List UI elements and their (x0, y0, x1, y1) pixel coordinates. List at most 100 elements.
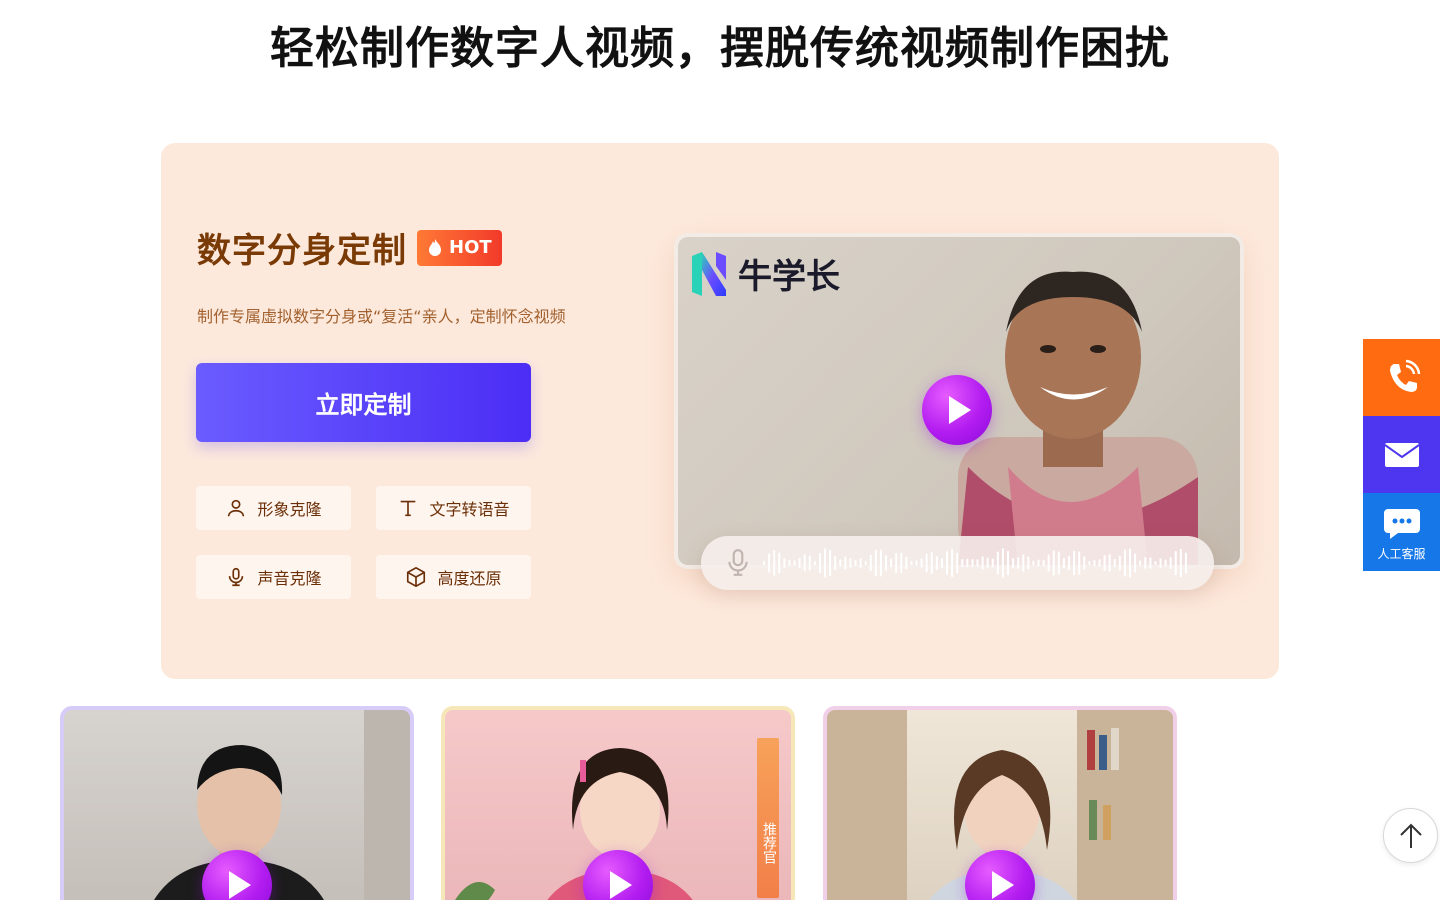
waveform-bar (1007, 550, 1010, 576)
mic-icon (728, 549, 748, 576)
waveform-bar (874, 549, 877, 577)
waveform-bar (1047, 554, 1050, 572)
hero-panel: 数字分身定制 HOT 制作专属虚拟数字分身或“复活“亲人，定制怀念视频 立即定制… (161, 143, 1279, 679)
waveform-bar (778, 552, 781, 574)
waveform-bar (900, 552, 903, 574)
waveform-bar (813, 560, 816, 566)
scroll-to-top-button[interactable] (1383, 808, 1438, 863)
waveform-bar (976, 559, 979, 567)
feature-label: 形象克隆 (257, 500, 322, 519)
waveform-bar (824, 548, 827, 578)
waveform-bar (839, 559, 842, 567)
waveform-bar (768, 553, 771, 573)
avatar-card-image (64, 710, 410, 900)
waveform-bar (1093, 559, 1096, 567)
waveform-bar (961, 558, 964, 568)
waveform-bar (1113, 558, 1116, 568)
page-headline: 轻松制作数字人视频，摆脱传统视频制作困扰 (270, 23, 1170, 74)
feature-label: 声音克隆 (257, 569, 322, 588)
waveform-bar (1184, 552, 1187, 574)
feature-label: 高度还原 (437, 569, 502, 588)
avatar-card-image (827, 710, 1173, 900)
waveform-bar (869, 554, 872, 572)
waveform-bar (930, 551, 933, 575)
cube-icon (407, 566, 426, 588)
waveform-bar (808, 555, 811, 571)
waveform-bar (981, 556, 984, 570)
waveform-bar (803, 554, 806, 572)
waveform-bar (1052, 550, 1055, 576)
hero-title-row: 数字分身定制 HOT (197, 223, 502, 272)
waveform-graphic (763, 548, 1187, 578)
waveform-bar (854, 559, 857, 567)
waveform-bar (849, 558, 852, 568)
avatar-card-male[interactable] (60, 706, 414, 900)
waveform-bar (859, 558, 862, 568)
live-chat-button[interactable]: 人工客服 (1363, 493, 1440, 571)
waveform-bar (951, 548, 954, 578)
waveform-bar (1012, 557, 1015, 569)
waveform-bar (1088, 560, 1091, 566)
waveform-bar (1001, 548, 1004, 578)
voice-waveform-bar (701, 536, 1214, 590)
waveform-bar (864, 560, 867, 566)
waveform-bar (1057, 551, 1060, 575)
flame-icon (429, 238, 441, 256)
waveform-bar (1154, 560, 1157, 566)
waveform-bar (1139, 560, 1142, 566)
person-icon (228, 499, 245, 517)
waveform-bar (940, 558, 943, 568)
waveform-bar (1042, 559, 1045, 567)
avatar-card-woman[interactable] (823, 706, 1177, 900)
side-contact-rail: 人工客服 (1363, 339, 1440, 571)
email-button[interactable] (1363, 416, 1440, 493)
waveform-bar (986, 557, 989, 569)
waveform-bar (910, 560, 913, 566)
waveform-bar (783, 558, 786, 568)
waveform-bar (1027, 556, 1030, 570)
hot-badge-label: HOT (449, 237, 492, 258)
feature-label: 文字转语音 (429, 500, 510, 519)
brand-logo-group: 牛学长 (690, 249, 840, 298)
hero-subtitle: 制作专属虚拟数字分身或“复活“亲人，定制怀念视频 (197, 307, 566, 326)
waveform-bar (1073, 550, 1076, 576)
recommend-tag: 推荐官 (757, 738, 779, 898)
feature-image-clone: 形象克隆 (196, 486, 351, 530)
arrow-up-icon (1399, 823, 1422, 848)
waveform-bar (920, 558, 923, 568)
feature-high-fidelity: 高度还原 (376, 555, 531, 599)
waveform-bar (793, 560, 796, 566)
phone-button[interactable] (1363, 339, 1440, 416)
waveform-bar (1103, 554, 1106, 572)
phone-icon (1389, 359, 1420, 392)
waveform-bar (1134, 553, 1137, 573)
feature-voice-clone: 声音克隆 (196, 555, 351, 599)
avatar-card-girl[interactable]: 推荐官 (441, 706, 795, 900)
waveform-bar (1037, 559, 1040, 567)
demo-video-frame: 牛学长 (678, 237, 1240, 565)
hot-badge: HOT (417, 229, 502, 266)
waveform-bar (1159, 558, 1162, 568)
waveform-bar (905, 556, 908, 570)
play-button[interactable] (922, 375, 992, 445)
waveform-bar (1129, 548, 1132, 578)
waveform-bar (1068, 555, 1071, 571)
chat-icon (1383, 508, 1420, 539)
hero-title: 数字分身定制 (197, 231, 407, 271)
demo-video[interactable]: 牛学长 (674, 233, 1244, 569)
waveform-bar (915, 560, 918, 566)
live-chat-label: 人工客服 (1377, 546, 1426, 561)
waveform-bar (925, 553, 928, 573)
waveform-bar (1022, 554, 1025, 572)
waveform-bar (1032, 560, 1035, 566)
waveform-bar (1149, 557, 1152, 569)
waveform-bar (956, 552, 959, 574)
waveform-bar (1174, 550, 1177, 576)
waveform-bar (1083, 556, 1086, 570)
waveform-bar (1098, 559, 1101, 567)
waveform-bar (1108, 554, 1111, 572)
customize-now-button[interactable]: 立即定制 (196, 363, 531, 442)
text-icon (401, 500, 416, 517)
waveform-bar (818, 552, 821, 574)
mic-icon (229, 567, 244, 587)
